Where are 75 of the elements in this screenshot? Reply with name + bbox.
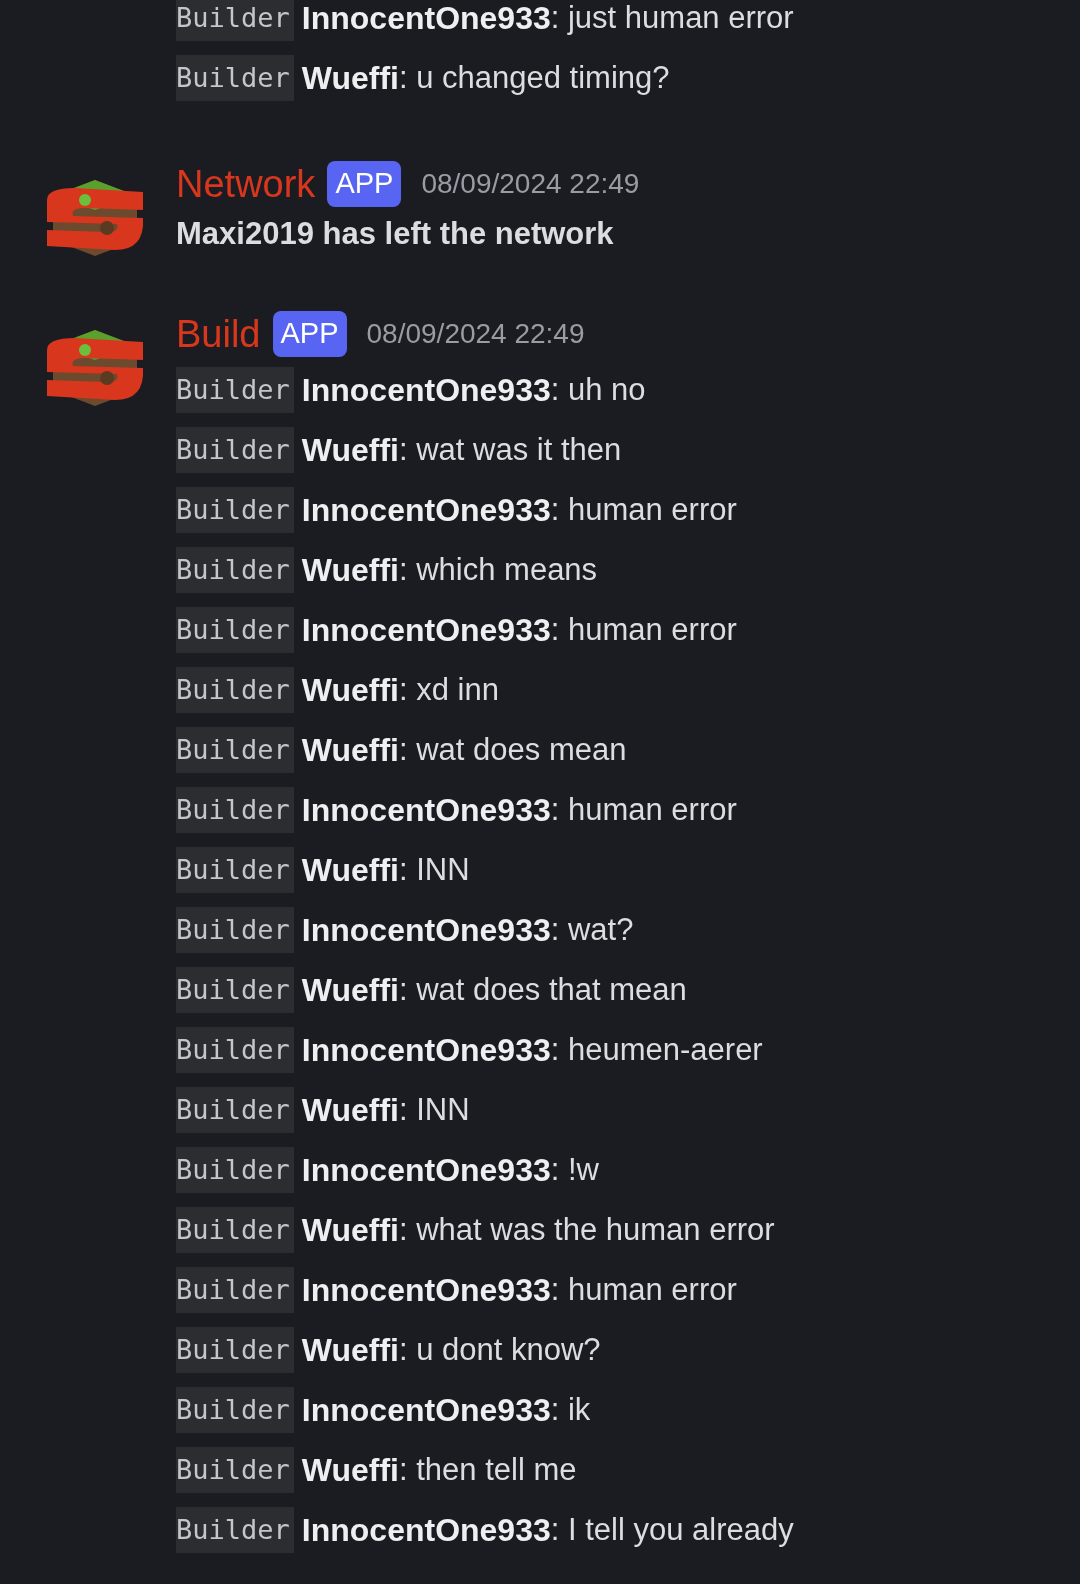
- rank-tag: Builder: [176, 487, 294, 533]
- username: Wueffi: [301, 731, 399, 770]
- username: Wueffi: [301, 971, 399, 1010]
- rank-tag: Builder: [176, 667, 294, 713]
- message-text: : I tell you already: [550, 1510, 794, 1549]
- username: InnocentOne933: [301, 1271, 551, 1310]
- rank-tag: Builder: [176, 847, 294, 893]
- rank-tag: Builder: [176, 787, 294, 833]
- rank-tag: Builder: [176, 967, 294, 1013]
- username: InnocentOne933: [301, 791, 551, 830]
- username: Wueffi: [301, 431, 399, 470]
- message-text: : which means: [398, 550, 598, 589]
- username: Wueffi: [301, 551, 399, 590]
- system-message: Maxi2019 has left the network: [176, 214, 615, 253]
- message-text: : xd inn: [398, 670, 499, 709]
- username: InnocentOne933: [301, 1511, 551, 1550]
- username: Wueffi: [301, 851, 399, 890]
- rank-tag: Builder: [176, 1267, 294, 1313]
- message-text: : u changed timing?: [398, 58, 670, 97]
- username: InnocentOne933: [301, 491, 551, 530]
- message-text: : wat?: [550, 910, 634, 949]
- message-text: : then tell me: [398, 1450, 577, 1489]
- rank-tag: Builder: [176, 727, 294, 773]
- app-badge: APP: [272, 311, 347, 357]
- rank-tag: Builder: [176, 547, 294, 593]
- rank-tag: Builder: [176, 907, 294, 953]
- rank-tag: Builder: [176, 1147, 294, 1193]
- message-text: : uh no: [550, 370, 646, 409]
- message-text: : human error: [550, 790, 737, 829]
- timestamp: 08/09/2024 22:49: [421, 167, 640, 201]
- rank-tag: Builder: [176, 55, 294, 101]
- username: Wueffi: [301, 1091, 399, 1130]
- message-text: : INN: [398, 850, 470, 889]
- username: Wueffi: [301, 59, 399, 98]
- message-text: : ik: [550, 1390, 591, 1429]
- username: Wueffi: [301, 1211, 399, 1250]
- message-text: : wat was it then: [398, 430, 622, 469]
- message-text: : heumen-aerer: [550, 1030, 763, 1069]
- username: Wueffi: [301, 1451, 399, 1490]
- username: InnocentOne933: [301, 1391, 551, 1430]
- rank-tag: Builder: [176, 1207, 294, 1253]
- message-text: : what was the human error: [398, 1210, 775, 1249]
- message-text: : INN: [398, 1090, 470, 1129]
- author-name[interactable]: Build: [176, 305, 261, 363]
- message-text: : !w: [550, 1150, 599, 1189]
- username: Wueffi: [301, 1331, 399, 1370]
- username: InnocentOne933: [301, 0, 551, 38]
- username: InnocentOne933: [301, 611, 551, 650]
- rank-tag: Builder: [176, 0, 294, 41]
- rank-tag: Builder: [176, 1327, 294, 1373]
- rank-tag: Builder: [176, 607, 294, 653]
- username: InnocentOne933: [301, 1151, 551, 1190]
- rank-tag: Builder: [176, 1507, 294, 1553]
- rank-tag: Builder: [176, 1447, 294, 1493]
- message-text: : wat does mean: [398, 730, 627, 769]
- timestamp: 08/09/2024 22:49: [366, 317, 585, 351]
- username: InnocentOne933: [301, 371, 551, 410]
- author-name[interactable]: Network: [176, 155, 316, 213]
- rank-tag: Builder: [176, 367, 294, 413]
- username: InnocentOne933: [301, 1031, 551, 1070]
- message-text: : just human error: [550, 0, 794, 37]
- message-text: : human error: [550, 490, 737, 529]
- rank-tag: Builder: [176, 427, 294, 473]
- rank-tag: Builder: [176, 1087, 294, 1133]
- username: InnocentOne933: [301, 911, 551, 950]
- rank-tag: Builder: [176, 1387, 294, 1433]
- username: Wueffi: [301, 671, 399, 710]
- message-text: : u dont know?: [398, 1330, 601, 1369]
- message-text: : wat does that mean: [398, 970, 687, 1009]
- avatar-icon[interactable]: [45, 328, 145, 408]
- message-text: : human error: [550, 1270, 737, 1309]
- app-badge: APP: [327, 161, 402, 207]
- avatar-icon[interactable]: [45, 178, 145, 258]
- message-text: : human error: [550, 610, 737, 649]
- rank-tag: Builder: [176, 1027, 294, 1073]
